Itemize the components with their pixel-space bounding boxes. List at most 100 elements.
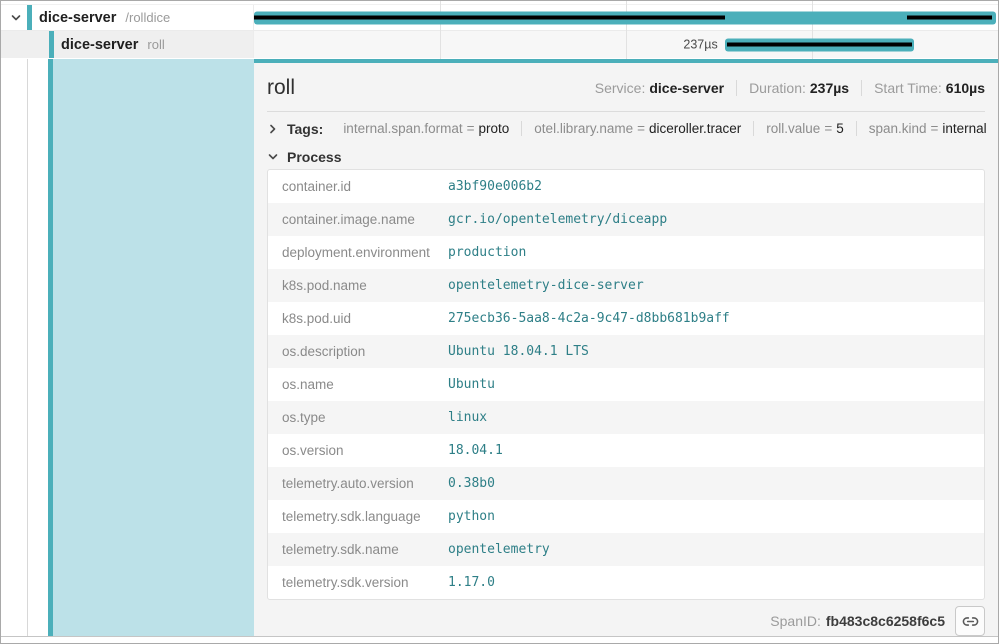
tags-list: internal.span.format=proto otel.library.… xyxy=(331,121,998,136)
process-key: os.type xyxy=(268,410,448,425)
process-value: 0.38b0 xyxy=(448,476,495,491)
span-meta: Service:dice-server Duration:237µs Start… xyxy=(583,80,985,96)
process-table-row: telemetry.auto.version 0.38b0 xyxy=(268,467,984,500)
meta-service: Service:dice-server xyxy=(583,80,736,96)
process-table-row: deployment.environment production xyxy=(268,236,984,269)
process-section-header: Process xyxy=(267,145,985,169)
process-value: 275ecb36-5aa8-4c2a-9c47-d8bb681b9aff xyxy=(448,311,730,326)
process-table-row: k8s.pod.name opentelemetry-dice-server xyxy=(268,269,984,302)
meta-start-time: Start Time:610µs xyxy=(861,80,985,96)
process-table-row: container.id a3bf90e006b2 xyxy=(268,170,984,203)
process-value: opentelemetry-dice-server xyxy=(448,278,644,293)
tag-item: roll.value=5 xyxy=(753,121,855,136)
operation-name: /rolldice xyxy=(125,10,170,25)
service-color-chip xyxy=(27,5,32,30)
jaeger-trace-timeline-view: dice-server /rolldice dice-server roll 2… xyxy=(0,0,999,644)
timeline-gridline xyxy=(626,1,627,59)
process-value: 1.17.0 xyxy=(448,575,495,590)
process-key: telemetry.sdk.version xyxy=(268,575,448,590)
tags-section-label: Tags: xyxy=(287,121,323,137)
process-table-row: container.image.name gcr.io/opentelemetr… xyxy=(268,203,984,236)
process-toggle[interactable]: Process xyxy=(267,149,341,165)
tag-key: otel.library.name xyxy=(534,121,633,136)
process-table-row: k8s.pod.uid 275ecb36-5aa8-4c2a-9c47-d8bb… xyxy=(268,302,984,335)
collapse-chevron-down-icon[interactable] xyxy=(9,11,23,25)
critical-path-segment xyxy=(254,16,725,20)
tag-value: 5 xyxy=(836,121,844,136)
detail-left-gutter xyxy=(1,59,254,636)
indent-guide-root xyxy=(1,59,28,636)
span-row-name-cell[interactable]: dice-server /rolldice xyxy=(1,5,254,30)
process-table: container.id a3bf90e006b2 container.imag… xyxy=(267,169,985,600)
process-table-row: telemetry.sdk.version 1.17.0 xyxy=(268,566,984,599)
process-table-row: telemetry.sdk.language python xyxy=(268,500,984,533)
service-name: dice-server xyxy=(61,37,138,53)
process-value: python xyxy=(448,509,495,524)
span-row-roll[interactable]: dice-server roll 237µs xyxy=(1,31,998,58)
chevron-right-icon xyxy=(267,123,279,135)
meta-label: Duration: xyxy=(749,80,806,96)
indent-spacer xyxy=(28,59,48,636)
spanid-label: SpanID: xyxy=(770,613,821,629)
trace-rows: dice-server /rolldice dice-server roll 2… xyxy=(1,1,998,59)
link-icon xyxy=(962,613,979,630)
meta-value: 610µs xyxy=(946,80,985,96)
spanid-value: fb483c8c6258f6c5 xyxy=(826,613,945,629)
selected-span-highlight xyxy=(53,59,254,636)
service-color-chip xyxy=(49,31,54,58)
meta-value: 237µs xyxy=(810,80,849,96)
span-row-name-cell[interactable]: dice-server roll xyxy=(1,31,254,58)
process-key: container.image.name xyxy=(268,212,448,227)
span-title: roll xyxy=(267,76,295,100)
tag-item: otel.library.name=diceroller.tracer xyxy=(521,121,753,136)
process-key: os.description xyxy=(268,344,448,359)
tag-item: span.kind=internal xyxy=(856,121,998,136)
process-table-row: telemetry.sdk.name opentelemetry xyxy=(268,533,984,566)
process-table-row: os.type linux xyxy=(268,401,984,434)
span-row-rolldice[interactable]: dice-server /rolldice xyxy=(1,4,998,31)
tag-key: roll.value xyxy=(766,121,820,136)
process-table-row: os.name Ubuntu xyxy=(268,368,984,401)
tag-key: internal.span.format xyxy=(343,121,462,136)
process-key: k8s.pod.name xyxy=(268,278,448,293)
process-key: os.name xyxy=(268,377,448,392)
meta-duration: Duration:237µs xyxy=(736,80,861,96)
process-value: production xyxy=(448,245,526,260)
span-bar[interactable]: 237µs xyxy=(725,38,914,51)
tag-equals: = xyxy=(463,121,479,136)
span-bar[interactable] xyxy=(254,11,996,24)
tag-value: internal xyxy=(942,121,986,136)
meta-label: Service: xyxy=(595,80,646,96)
process-value: gcr.io/opentelemetry/diceapp xyxy=(448,212,667,227)
process-key: k8s.pod.uid xyxy=(268,311,448,326)
span-duration-label: 237µs xyxy=(683,38,717,52)
timeline-gridline xyxy=(440,1,441,59)
process-value: 18.04.1 xyxy=(448,443,503,458)
process-value: opentelemetry xyxy=(448,542,550,557)
service-name: dice-server xyxy=(39,10,116,26)
tag-value: diceroller.tracer xyxy=(649,121,741,136)
process-key: os.version xyxy=(268,443,448,458)
process-key: deployment.environment xyxy=(268,245,448,260)
process-key: telemetry.sdk.language xyxy=(268,509,448,524)
process-value: a3bf90e006b2 xyxy=(448,179,542,194)
detail-panel: roll Service:dice-server Duration:237µs … xyxy=(254,59,998,636)
tag-equals: = xyxy=(820,121,836,136)
process-section-label: Process xyxy=(287,149,341,165)
operation-name: roll xyxy=(147,37,164,52)
chevron-down-icon xyxy=(267,151,279,163)
tag-item: internal.span.format=proto xyxy=(331,121,521,136)
process-key: telemetry.sdk.name xyxy=(268,542,448,557)
bottom-edge xyxy=(1,636,998,642)
tag-equals: = xyxy=(633,121,649,136)
process-value: Ubuntu 18.04.1 LTS xyxy=(448,344,589,359)
tags-toggle[interactable]: Tags: xyxy=(267,121,323,137)
detail-footer: SpanID: fb483c8c6258f6c5 xyxy=(267,606,985,636)
meta-label: Start Time: xyxy=(874,80,942,96)
deep-link-button[interactable] xyxy=(955,606,985,636)
process-table-row: os.version 18.04.1 xyxy=(268,434,984,467)
tag-key: span.kind xyxy=(869,121,927,136)
process-value: linux xyxy=(448,410,487,425)
tag-value: proto xyxy=(479,121,510,136)
process-key: container.id xyxy=(268,179,448,194)
